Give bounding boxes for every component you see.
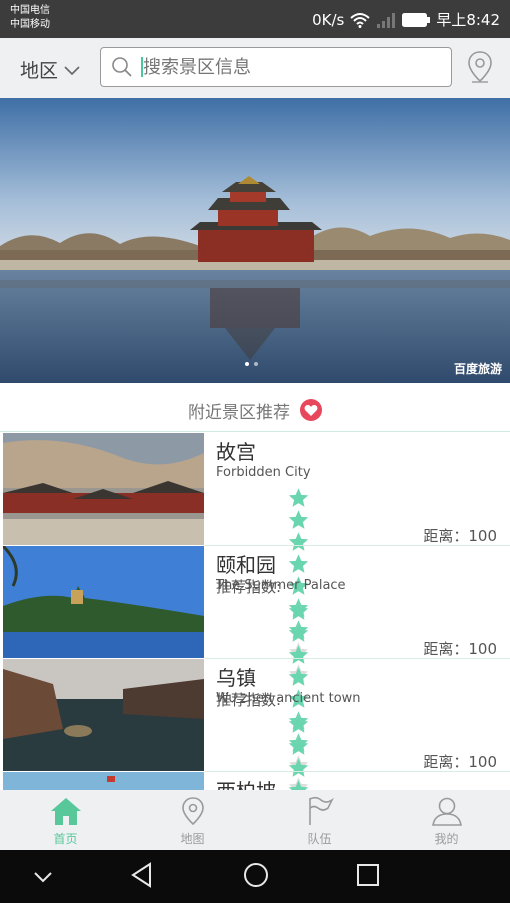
- search-box[interactable]: [100, 47, 452, 87]
- user-icon: [431, 796, 463, 826]
- status-bar: 中国电信 中国移动 0K/s 早上8:42: [0, 0, 510, 38]
- carrier-2: 中国移动: [10, 19, 50, 30]
- region-selector[interactable]: 地区: [20, 56, 80, 83]
- star-filled-icon: [288, 736, 309, 755]
- place-info: 西柏坡: [216, 772, 500, 790]
- distance-value: 100: [468, 640, 497, 658]
- place-info: 颐和园 The Summer Palace 推荐指数: 距离：100: [216, 546, 500, 790]
- wuzhen-thumbnail: [3, 659, 204, 771]
- place-distance: 距离：100: [423, 751, 497, 772]
- flag-icon: [306, 796, 334, 826]
- search-header: 地区: [0, 38, 510, 98]
- carousel-dot-active[interactable]: [245, 362, 249, 366]
- distance-label: 距离：: [423, 753, 469, 771]
- nearby-section-header: 附近景区推荐: [0, 395, 510, 425]
- place-english-name: Wu zhen ancient town: [216, 691, 361, 706]
- carrier-info: 中国电信 中国移动: [10, 4, 50, 32]
- tab-label: 队伍: [307, 832, 332, 846]
- tab-team[interactable]: 队伍: [256, 790, 383, 850]
- region-label: 地区: [20, 60, 59, 82]
- attraction-list: 故宫 Forbidden City 推荐指数: 距离：100 颐和园 The S…: [0, 433, 510, 790]
- recent-apps-icon[interactable]: [356, 863, 380, 891]
- carousel-indicator: [245, 362, 258, 366]
- tab-label: 首页: [53, 832, 78, 846]
- chevron-down-icon: [64, 59, 80, 81]
- star-filled-icon: [288, 488, 309, 507]
- place-name: 故宫: [216, 440, 256, 464]
- text-cursor: [141, 57, 143, 77]
- place-name: 颐和园: [216, 553, 276, 577]
- place-distance: 距离：100: [423, 525, 497, 546]
- forbidden-city-banner-image: [0, 98, 510, 383]
- star-filled-icon: [288, 714, 309, 733]
- distance-label: 距离：: [423, 527, 469, 545]
- carousel-dot[interactable]: [254, 362, 258, 366]
- system-navigation-bar: [0, 850, 510, 903]
- summer-palace-thumbnail: [3, 546, 204, 658]
- signal-icon: [376, 12, 396, 28]
- tab-label: 我的: [434, 832, 459, 846]
- heart-icon: [300, 399, 322, 421]
- hide-keyboard-icon[interactable]: [33, 868, 53, 887]
- tab-home[interactable]: 首页: [2, 790, 129, 850]
- location-pin-icon[interactable]: [466, 50, 494, 88]
- section-title: 附近景区推荐: [188, 402, 290, 423]
- list-item-summer-palace[interactable]: 颐和园 The Summer Palace 推荐指数: 距离：100: [0, 546, 510, 790]
- xibaipo-thumbnail: [3, 772, 204, 790]
- battery-icon: [402, 12, 431, 27]
- bottom-tab-bar: 首页 地图 队伍 我的: [0, 790, 510, 850]
- map-pin-icon: [180, 796, 206, 826]
- tab-label: 地图: [180, 832, 205, 846]
- carrier-1: 中国电信: [10, 5, 50, 16]
- place-name: 西柏坡: [216, 775, 276, 790]
- distance-value: 100: [468, 527, 497, 545]
- place-name: 乌镇: [216, 666, 256, 690]
- star-filled-icon: [288, 510, 309, 529]
- home-button-icon[interactable]: [243, 862, 269, 892]
- place-info: 故宫 Forbidden City 推荐指数: 距离：100: [216, 433, 500, 683]
- search-icon: [111, 56, 133, 82]
- section-divider: [0, 431, 510, 432]
- clock: 早上8:42: [436, 11, 500, 29]
- list-item-xibaipo[interactable]: 西柏坡: [0, 772, 510, 790]
- distance-value: 100: [468, 753, 497, 771]
- app-screen: 中国电信 中国移动 0K/s 早上8:42 地区 搜索景区信息 百度旅游 附近景…: [0, 0, 510, 903]
- back-icon[interactable]: [130, 862, 154, 892]
- tab-profile[interactable]: 我的: [383, 790, 510, 850]
- place-english-name: The Summer Palace: [216, 578, 346, 593]
- list-item-wuzhen[interactable]: 乌镇 Wu zhen ancient town 推荐指数: 距离：100: [0, 659, 510, 790]
- search-input[interactable]: [141, 54, 445, 80]
- banner-watermark: 百度旅游: [453, 362, 502, 376]
- forbidden-city-thumbnail: [3, 433, 204, 545]
- star-filled-icon: [288, 623, 309, 642]
- place-info: 乌镇 Wu zhen ancient town 推荐指数: 距离：100: [216, 659, 500, 790]
- place-distance: 距离：100: [423, 638, 497, 659]
- wifi-icon: [350, 12, 370, 28]
- status-indicators: 0K/s 早上8:42: [312, 9, 500, 30]
- star-filled-icon: [288, 601, 309, 620]
- tab-map[interactable]: 地图: [129, 790, 256, 850]
- network-speed: 0K/s: [312, 10, 345, 29]
- place-english-name: Forbidden City: [216, 465, 311, 480]
- home-icon: [49, 796, 83, 826]
- list-item-forbidden-city[interactable]: 故宫 Forbidden City 推荐指数: 距离：100: [0, 433, 510, 683]
- distance-label: 距离：: [423, 640, 469, 658]
- banner-carousel[interactable]: 百度旅游: [0, 98, 510, 383]
